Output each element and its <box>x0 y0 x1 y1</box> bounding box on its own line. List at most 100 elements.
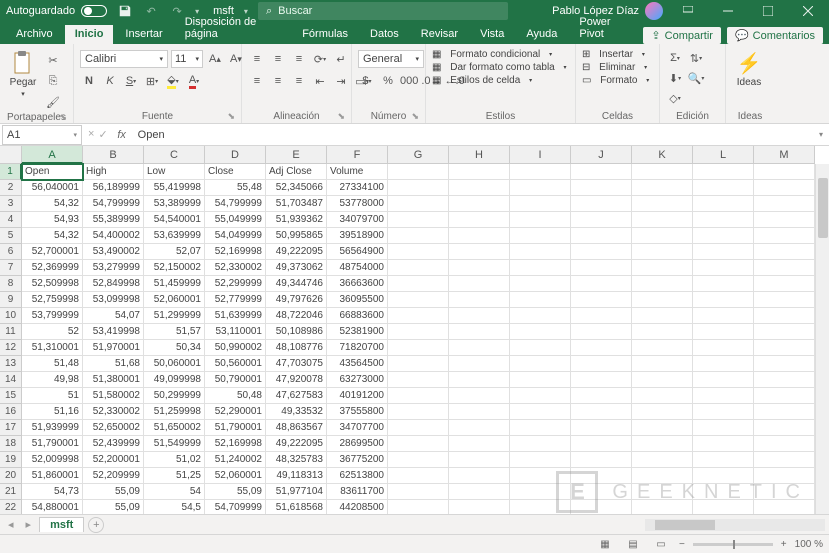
cell[interactable] <box>754 276 815 292</box>
align-middle-icon[interactable]: ≡ <box>269 50 287 68</box>
cell[interactable] <box>449 436 510 452</box>
cell[interactable] <box>693 388 754 404</box>
cell[interactable]: 52,290001 <box>205 404 266 420</box>
cell[interactable] <box>632 324 693 340</box>
cell[interactable]: 52,700001 <box>22 244 83 260</box>
cell[interactable] <box>571 420 632 436</box>
cell[interactable]: 54,32 <box>22 228 83 244</box>
cell[interactable]: 51,459999 <box>144 276 205 292</box>
cell[interactable]: 56,189999 <box>83 180 144 196</box>
cell[interactable] <box>449 292 510 308</box>
row-header[interactable]: 1 <box>0 164 22 180</box>
cell[interactable]: 52,200001 <box>83 452 144 468</box>
minimize-button[interactable] <box>713 0 743 22</box>
cell[interactable]: 53,639999 <box>144 228 205 244</box>
cell[interactable] <box>510 164 571 180</box>
cell[interactable] <box>693 244 754 260</box>
row-header[interactable]: 5 <box>0 228 22 244</box>
dialog-launcher-icon[interactable]: ⬊ <box>411 111 419 122</box>
cell[interactable]: 53778000 <box>327 196 388 212</box>
cell[interactable]: Low <box>144 164 205 180</box>
accounting-icon[interactable]: $▾ <box>358 72 376 90</box>
cell[interactable] <box>449 324 510 340</box>
cell[interactable]: Adj Close <box>266 164 327 180</box>
zoom-level[interactable]: 100 % <box>795 539 823 550</box>
cell[interactable] <box>449 452 510 468</box>
cell[interactable]: 52,330002 <box>205 260 266 276</box>
cell[interactable]: 51,259998 <box>144 404 205 420</box>
cell[interactable] <box>693 404 754 420</box>
undo-icon[interactable]: ↶ <box>143 3 159 19</box>
cell[interactable]: 50,34 <box>144 340 205 356</box>
cell[interactable] <box>388 228 449 244</box>
cell[interactable]: 50,560001 <box>205 356 266 372</box>
cell[interactable]: 52 <box>22 324 83 340</box>
cell[interactable] <box>510 292 571 308</box>
row-header[interactable]: 16 <box>0 404 22 420</box>
dialog-launcher-icon[interactable]: ⬊ <box>337 111 345 122</box>
cell[interactable]: 49,33532 <box>266 404 327 420</box>
tab-ayuda[interactable]: Ayuda <box>516 25 567 44</box>
cell[interactable] <box>632 484 693 500</box>
bold-button[interactable]: N <box>80 72 98 90</box>
cell[interactable]: 44208500 <box>327 500 388 514</box>
cell[interactable]: 54,73 <box>22 484 83 500</box>
docname-dropdown-icon[interactable]: ▾ <box>244 7 248 16</box>
maximize-button[interactable] <box>753 0 783 22</box>
sheet-tab[interactable]: msft <box>39 517 84 532</box>
cell[interactable] <box>510 308 571 324</box>
cell[interactable]: 48,325783 <box>266 452 327 468</box>
cell[interactable] <box>571 292 632 308</box>
cell[interactable] <box>510 436 571 452</box>
tab-revisar[interactable]: Revisar <box>411 25 468 44</box>
cell[interactable] <box>388 292 449 308</box>
cell[interactable] <box>754 164 815 180</box>
cell[interactable]: High <box>83 164 144 180</box>
column-header[interactable]: C <box>144 146 205 164</box>
column-header[interactable]: L <box>693 146 754 164</box>
horizontal-scrollbar[interactable] <box>645 519 825 531</box>
row-header[interactable]: 18 <box>0 436 22 452</box>
cell-styles-button[interactable]: ▦ Estilos de celda ▾ <box>432 75 532 86</box>
cell[interactable]: 51,57 <box>144 324 205 340</box>
cell[interactable] <box>693 500 754 514</box>
cell[interactable]: 54,049999 <box>205 228 266 244</box>
cell[interactable]: 51,970001 <box>83 340 144 356</box>
cell[interactable] <box>754 404 815 420</box>
cell[interactable] <box>449 212 510 228</box>
cell[interactable] <box>449 308 510 324</box>
cell[interactable] <box>388 244 449 260</box>
cell[interactable]: 53,110001 <box>205 324 266 340</box>
cell[interactable]: 55,389999 <box>83 212 144 228</box>
redo-icon[interactable]: ↷ <box>169 3 185 19</box>
cell[interactable]: 54,799999 <box>205 196 266 212</box>
cell[interactable] <box>510 500 571 514</box>
cell[interactable] <box>510 340 571 356</box>
cell[interactable] <box>388 356 449 372</box>
font-color-icon[interactable]: A▾ <box>185 72 203 90</box>
cell[interactable] <box>510 372 571 388</box>
cell[interactable] <box>693 420 754 436</box>
column-header[interactable]: G <box>388 146 449 164</box>
sort-filter-icon[interactable]: ⇅▾ <box>687 49 705 67</box>
cell[interactable] <box>632 452 693 468</box>
decrease-indent-icon[interactable]: ⇤ <box>311 72 329 90</box>
cell[interactable] <box>449 468 510 484</box>
row-header[interactable]: 3 <box>0 196 22 212</box>
percent-icon[interactable]: % <box>379 72 397 90</box>
clear-icon[interactable]: ◇▾ <box>666 89 684 107</box>
cell[interactable] <box>693 452 754 468</box>
underline-button[interactable]: S▾ <box>122 72 140 90</box>
row-header[interactable]: 10 <box>0 308 22 324</box>
cell[interactable] <box>754 196 815 212</box>
cancel-formula-icon[interactable]: × <box>88 128 94 141</box>
cell[interactable] <box>571 356 632 372</box>
cell[interactable] <box>693 180 754 196</box>
expand-formula-icon[interactable]: ▾ <box>813 130 829 139</box>
cell[interactable] <box>693 356 754 372</box>
cell[interactable]: 50,060001 <box>144 356 205 372</box>
cell[interactable]: Volume <box>327 164 388 180</box>
cell[interactable] <box>449 372 510 388</box>
tab-power-pivot[interactable]: Power Pivot <box>569 13 641 44</box>
zoom-slider[interactable] <box>693 543 773 546</box>
